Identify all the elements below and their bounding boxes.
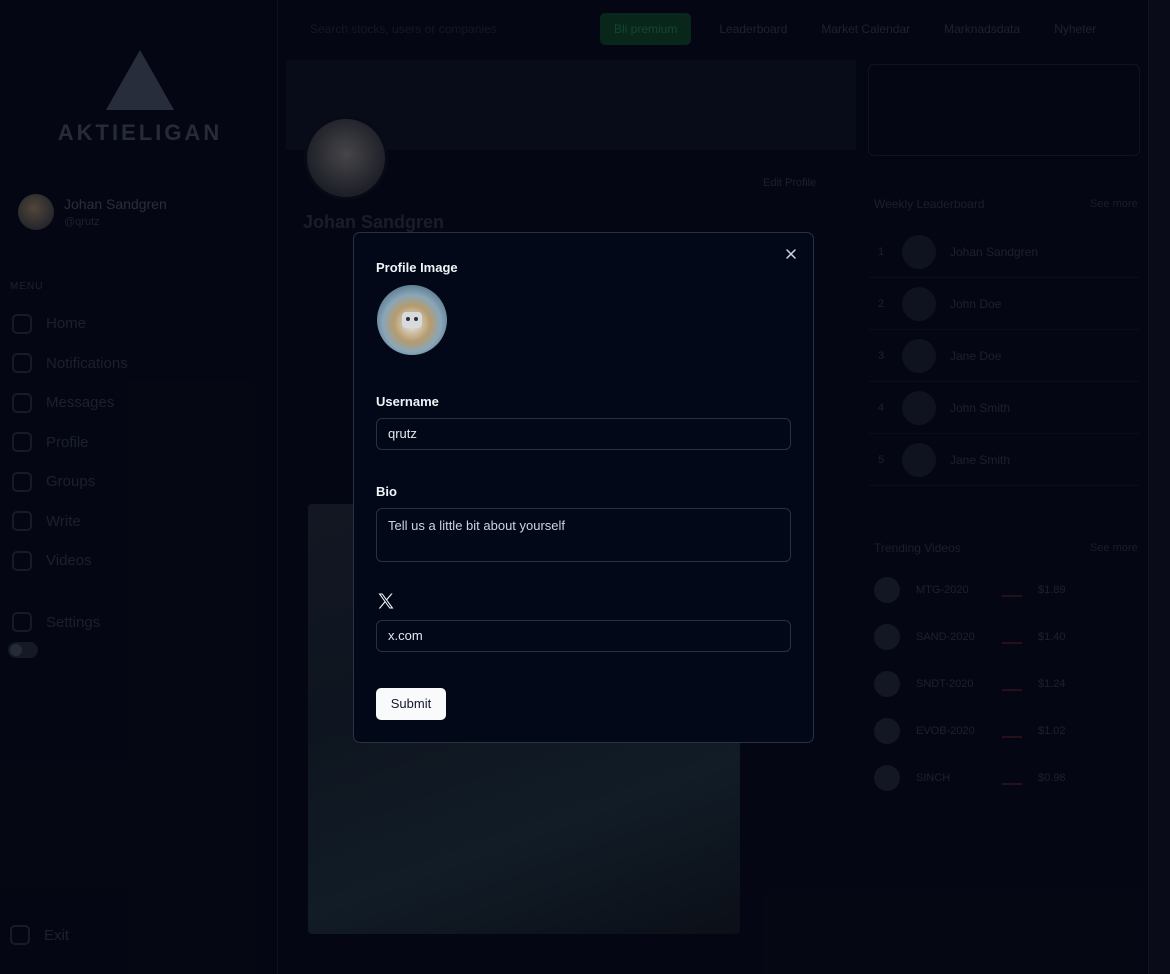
avatar-eye bbox=[406, 317, 410, 321]
close-icon-glyph bbox=[786, 249, 796, 259]
avatar-eye bbox=[414, 317, 418, 321]
edit-profile-modal: Profile Image Username qrutz Bio Tell us… bbox=[353, 232, 814, 743]
x-logo-icon bbox=[378, 593, 394, 609]
x-url-input[interactable]: x.com bbox=[376, 620, 791, 652]
close-icon[interactable] bbox=[783, 246, 799, 262]
avatar-face bbox=[402, 312, 422, 328]
profile-image-picker[interactable] bbox=[377, 285, 447, 355]
bio-label: Bio bbox=[376, 484, 397, 499]
bio-textarea[interactable]: Tell us a little bit about yourself bbox=[376, 508, 791, 562]
submit-button[interactable]: Submit bbox=[376, 688, 446, 720]
app-background: AKTIELIGAN Johan Sandgren @qrutz MENU Ho… bbox=[0, 0, 1170, 974]
username-input[interactable]: qrutz bbox=[376, 418, 791, 450]
profile-image-label: Profile Image bbox=[376, 260, 458, 275]
username-label: Username bbox=[376, 394, 439, 409]
